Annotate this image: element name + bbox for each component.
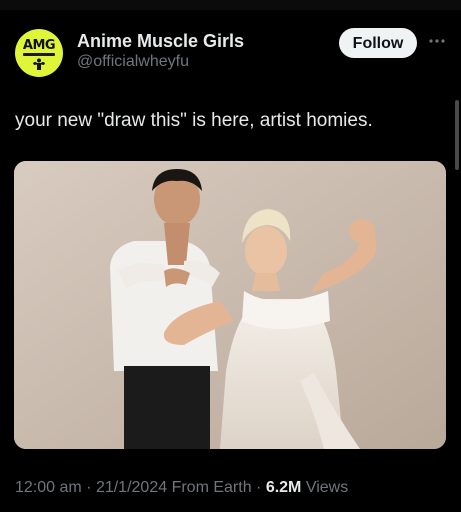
avatar[interactable]: AMG <box>15 29 63 77</box>
tweet-source: From Earth <box>167 479 252 496</box>
tweet-photo[interactable] <box>14 161 446 449</box>
top-edge <box>0 0 461 10</box>
more-horizontal-icon[interactable] <box>424 34 450 48</box>
follow-button[interactable]: Follow <box>339 28 417 58</box>
photo-illustration <box>14 161 446 449</box>
tweet-date[interactable]: 21/1/2024 <box>96 479 167 496</box>
account-names: Anime Muscle Girls @officialwheyfu <box>77 30 244 72</box>
views-count[interactable]: 6.2M <box>266 479 302 496</box>
tweet-text: your new "draw this" is here, artist hom… <box>15 110 373 131</box>
avatar-logo-banner <box>23 53 55 56</box>
tweet-metadata: 12:00 am · 21/1/2024 From Earth · 6.2M V… <box>15 478 348 498</box>
muscle-figure-icon <box>33 58 45 70</box>
avatar-logo-text: AMG <box>22 38 56 53</box>
account-handle[interactable]: @officialwheyfu <box>77 52 244 72</box>
scrollbar[interactable] <box>455 100 459 170</box>
tweet-time[interactable]: 12:00 am <box>15 479 82 496</box>
meta-separator: · <box>81 479 96 496</box>
tweet-header: AMG Anime Muscle Girls @officialwheyfu F… <box>15 26 455 82</box>
meta-separator: · <box>251 479 266 496</box>
display-name[interactable]: Anime Muscle Girls <box>77 30 244 52</box>
views-label: Views <box>301 479 349 496</box>
